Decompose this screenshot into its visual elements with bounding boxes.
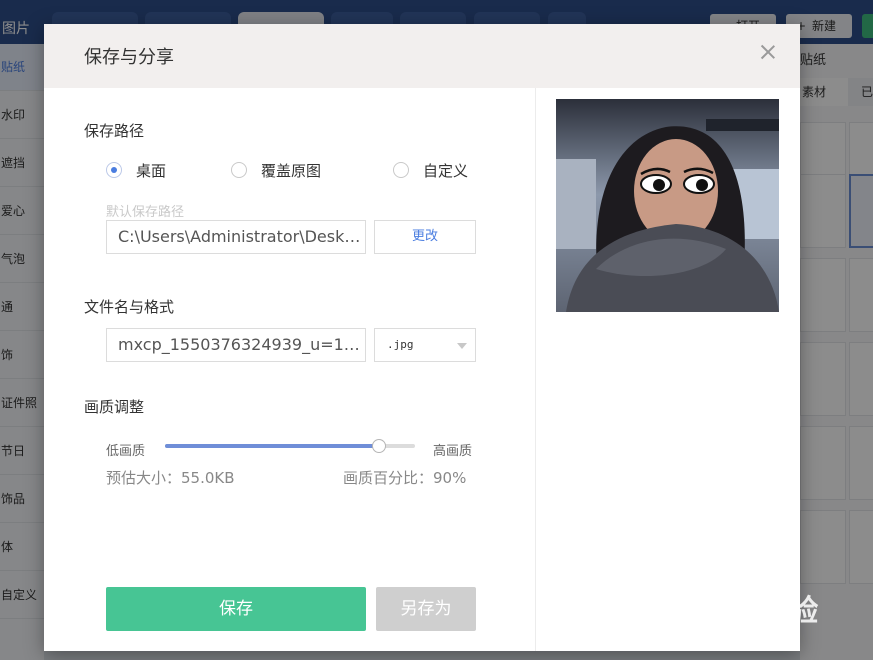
radio-desktop[interactable]: 桌面 <box>106 160 166 180</box>
baidu-watermark: Baidu经验 jingyan.baidu.com <box>668 568 868 644</box>
estimated-size: 预估大小：55.0KB <box>106 469 235 487</box>
quality-label: 画质调整 <box>84 398 145 416</box>
watermark-url: jingyan.baidu.com <box>668 620 798 636</box>
chevron-down-icon <box>457 343 467 349</box>
format-select[interactable]: .jpg <box>374 328 476 362</box>
filename-field[interactable]: mxcp_1550376324939_u=1291... <box>106 328 366 362</box>
dialog-title: 保存与分享 <box>84 47 174 68</box>
save-path-options: 桌面 覆盖原图 自定义 <box>106 160 486 180</box>
quality-percent: 画质百分比：90% <box>343 469 467 487</box>
quality-slider[interactable] <box>165 439 415 453</box>
quality-slider-thumb[interactable] <box>371 439 386 453</box>
default-path-hint: 默认保存路径 <box>106 205 185 220</box>
save-as-button[interactable]: 另存为 <box>376 587 476 631</box>
save-path-label: 保存路径 <box>84 122 145 140</box>
preview-photo <box>556 99 779 312</box>
image-preview <box>556 99 779 312</box>
low-quality-label: 低画质 <box>106 444 146 459</box>
radio-custom[interactable]: 自定义 <box>393 160 468 180</box>
save-path-field[interactable]: C:\Users\Administrator\Desktop <box>106 220 366 254</box>
radio-overwrite[interactable]: 覆盖原图 <box>231 160 321 180</box>
high-quality-label: 高画质 <box>433 444 473 459</box>
quality-slider-fill <box>165 444 379 448</box>
dialog-header: 保存与分享 <box>44 24 800 88</box>
radio-circle <box>231 162 247 178</box>
format-value: .jpg <box>387 338 414 351</box>
save-share-dialog: 保存与分享 保存路径 桌面 覆盖原图 自定义 默认保存路径 C:\Users\A… <box>44 24 800 651</box>
close-icon[interactable] <box>760 44 776 60</box>
divider <box>535 88 536 651</box>
filename-label: 文件名与格式 <box>84 298 175 316</box>
save-button[interactable]: 保存 <box>106 587 366 631</box>
change-path-button[interactable]: 更改 <box>374 220 476 254</box>
radio-circle <box>106 162 122 178</box>
radio-circle <box>393 162 409 178</box>
